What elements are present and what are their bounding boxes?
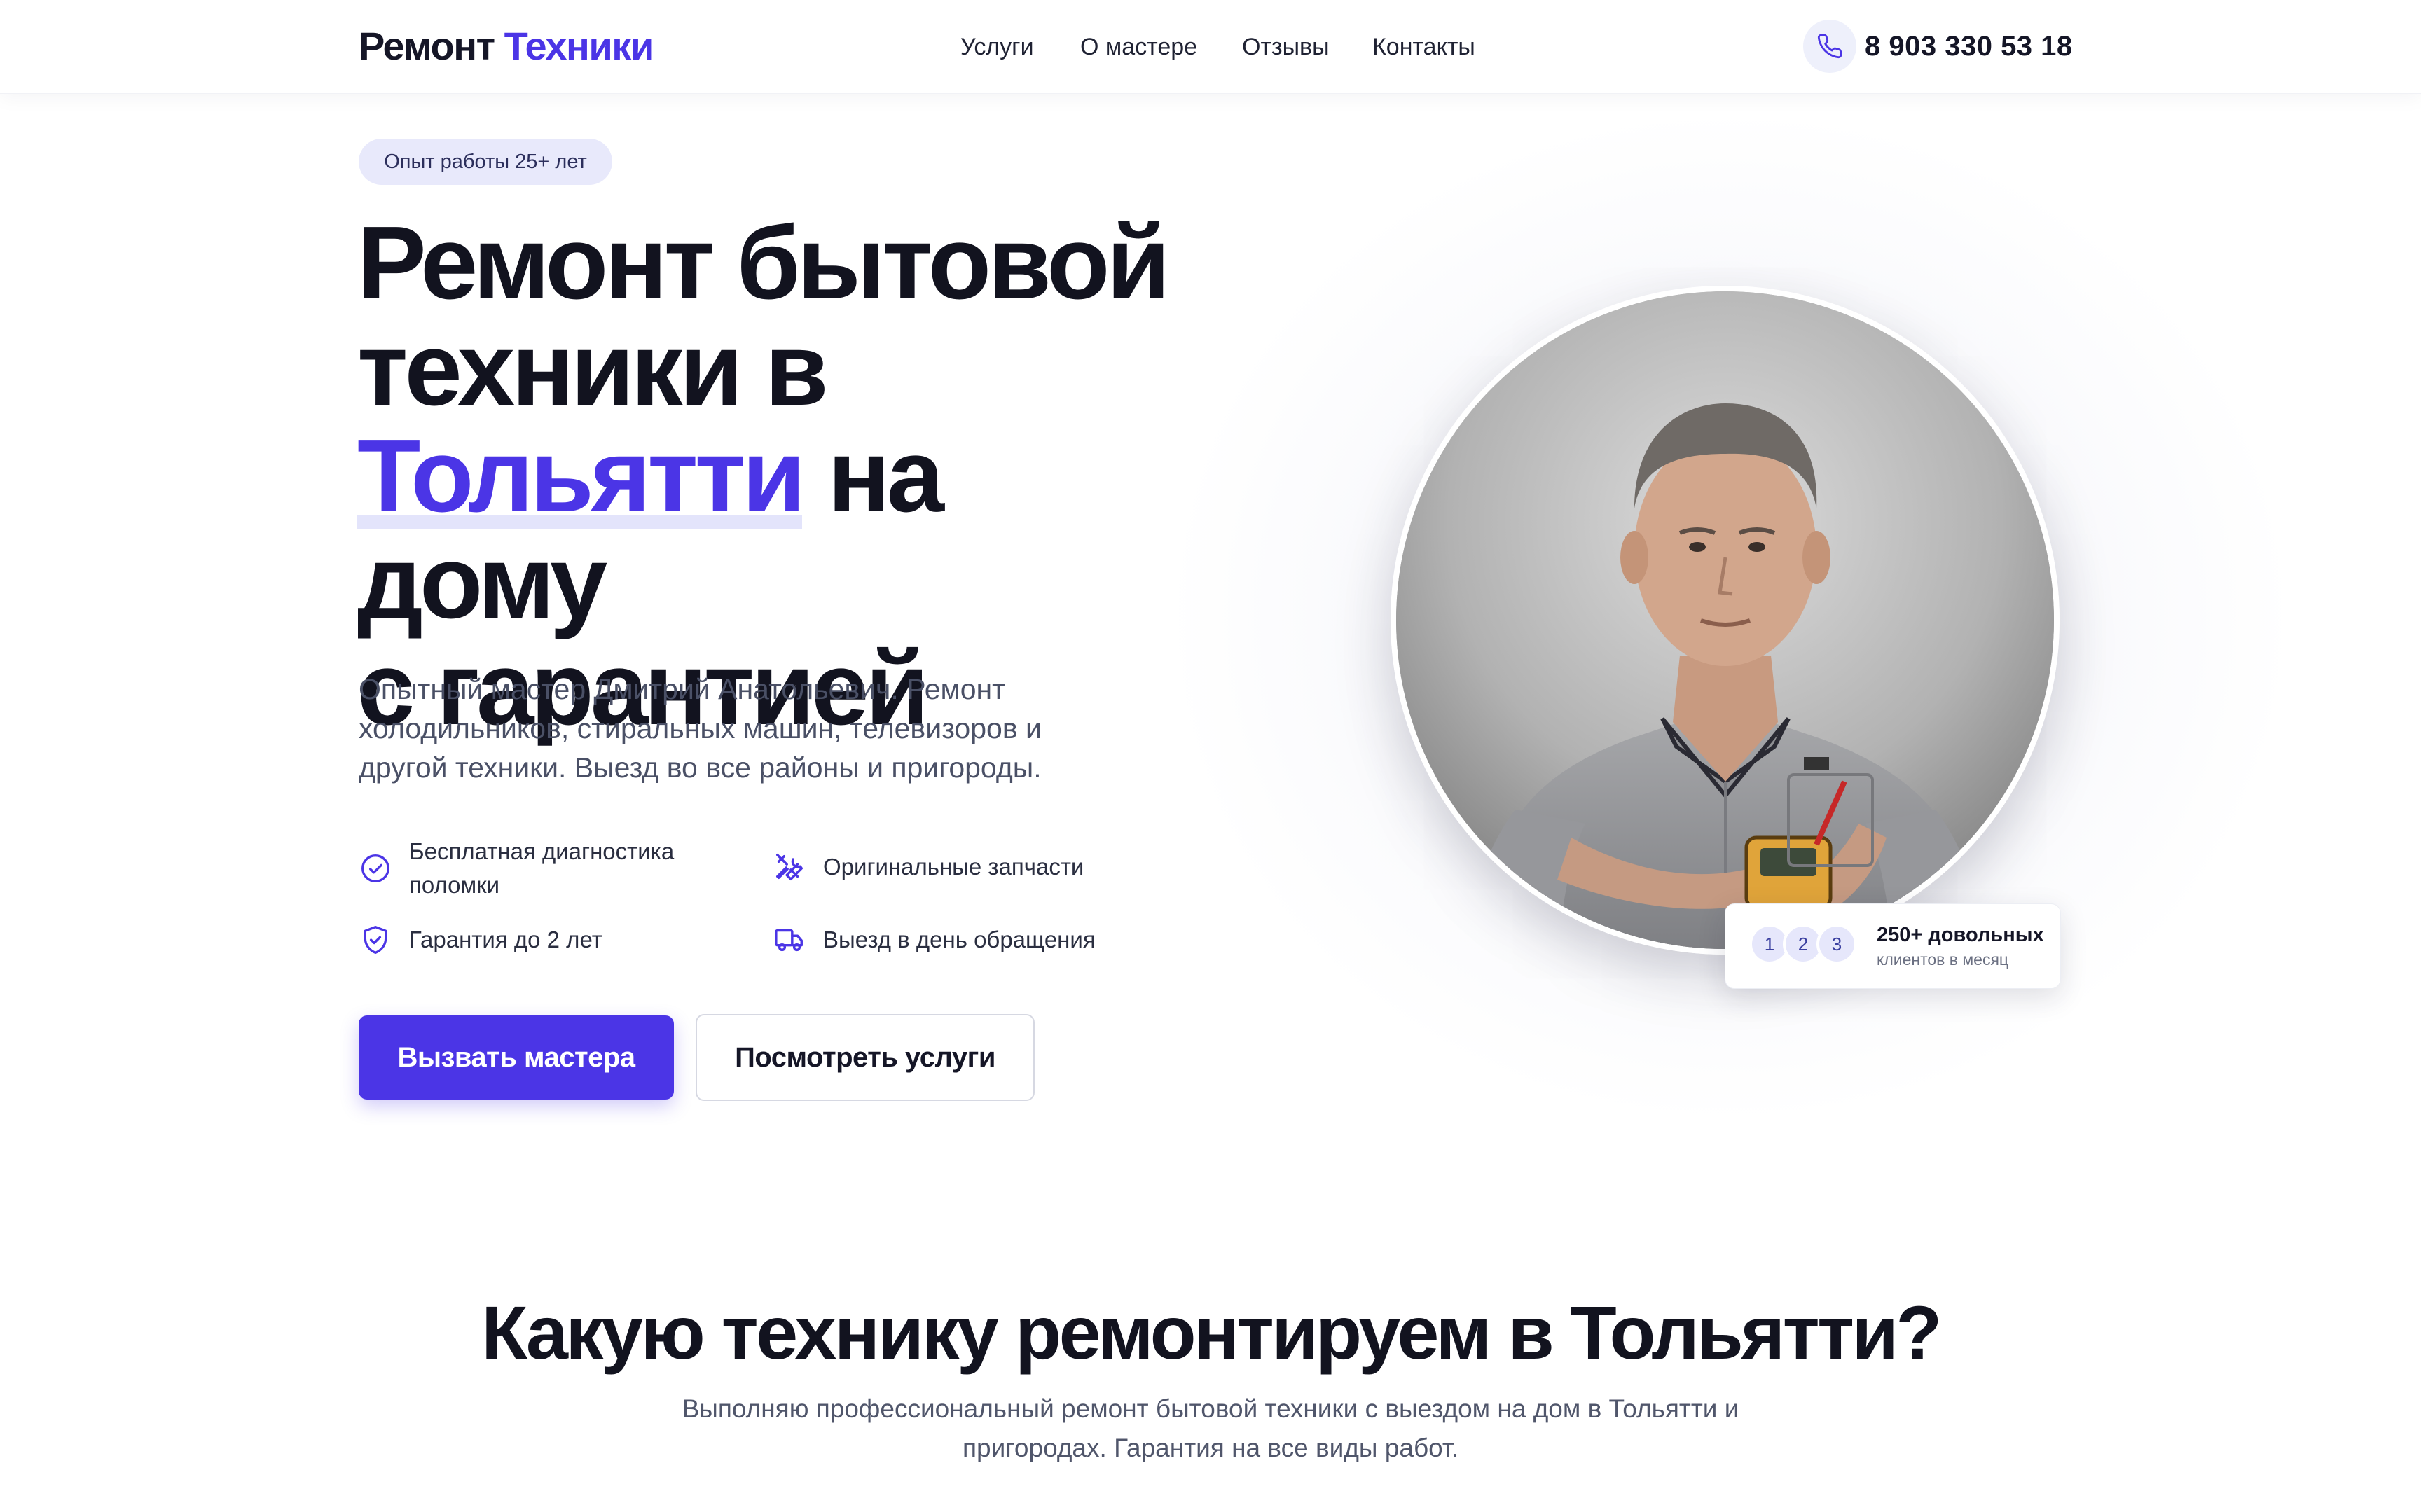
phone-number[interactable]: 8 903 330 53 18 [1865, 28, 2073, 64]
avatar: 3 [1816, 924, 1857, 964]
logo-text-main: Ремонт [359, 24, 495, 68]
logo-text-accent: Техники [504, 24, 655, 68]
nav-link-reviews[interactable]: Отзывы [1242, 31, 1330, 63]
section-subtitle: Выполняю профессиональный ремонт бытовой… [682, 1394, 1739, 1462]
hero-description: Опытный мастер Дмитрий Анатольевич. Ремо… [359, 673, 1042, 784]
hero-title: Ремонт бытовой техники в Тольятти на дом… [357, 210, 1198, 742]
feature-item: Гарантия до 2 лет [359, 919, 602, 961]
feature-text: Бесплатная диагностика поломки [409, 838, 675, 898]
stat-subtitle: клиентов в месяц [1877, 950, 2009, 969]
nav-link-services[interactable]: Услуги [960, 31, 1034, 63]
feature-text: Выезд в день обращения [823, 927, 1096, 952]
phone-icon [1803, 20, 1856, 73]
feature-item: Оригинальные запчасти [773, 846, 1084, 888]
view-services-button[interactable]: Посмотреть услуги [696, 1014, 1035, 1101]
feature-text: Гарантия до 2 лет [409, 927, 602, 952]
hero-title-city: Тольятти [357, 418, 806, 534]
shield-check-icon [359, 923, 392, 957]
site-header: Ремонт Техники Услуги О мастере Отзывы К… [0, 0, 2421, 94]
stat-title: 250+ довольных [1877, 924, 2044, 946]
experience-badge: Опыт работы 25+ лет [359, 139, 612, 185]
hero-title-line1: Ремонт бытовой [357, 205, 1170, 321]
feature-item: Бесплатная диагностика поломки [359, 832, 723, 905]
feature-item: Выезд в день обращения [773, 919, 1096, 961]
nav-link-about[interactable]: О мастере [1080, 31, 1197, 63]
master-portrait [1391, 286, 2060, 955]
truck-icon [773, 923, 806, 957]
check-circle-icon [359, 852, 392, 885]
nav-link-contacts[interactable]: Контакты [1372, 31, 1475, 63]
section-title: Какую технику ремонтируем в Тольятти? [481, 1290, 1942, 1375]
tools-icon [773, 850, 806, 884]
call-master-button[interactable]: Вызвать мастера [359, 1015, 674, 1100]
hero-title-line2: техники в [357, 312, 829, 427]
feature-text: Оригинальные запчасти [823, 854, 1084, 880]
logo[interactable]: Ремонт Техники [359, 22, 654, 70]
clients-stat-card: 1 2 3 250+ довольных клиентов в месяц [1725, 903, 2061, 989]
